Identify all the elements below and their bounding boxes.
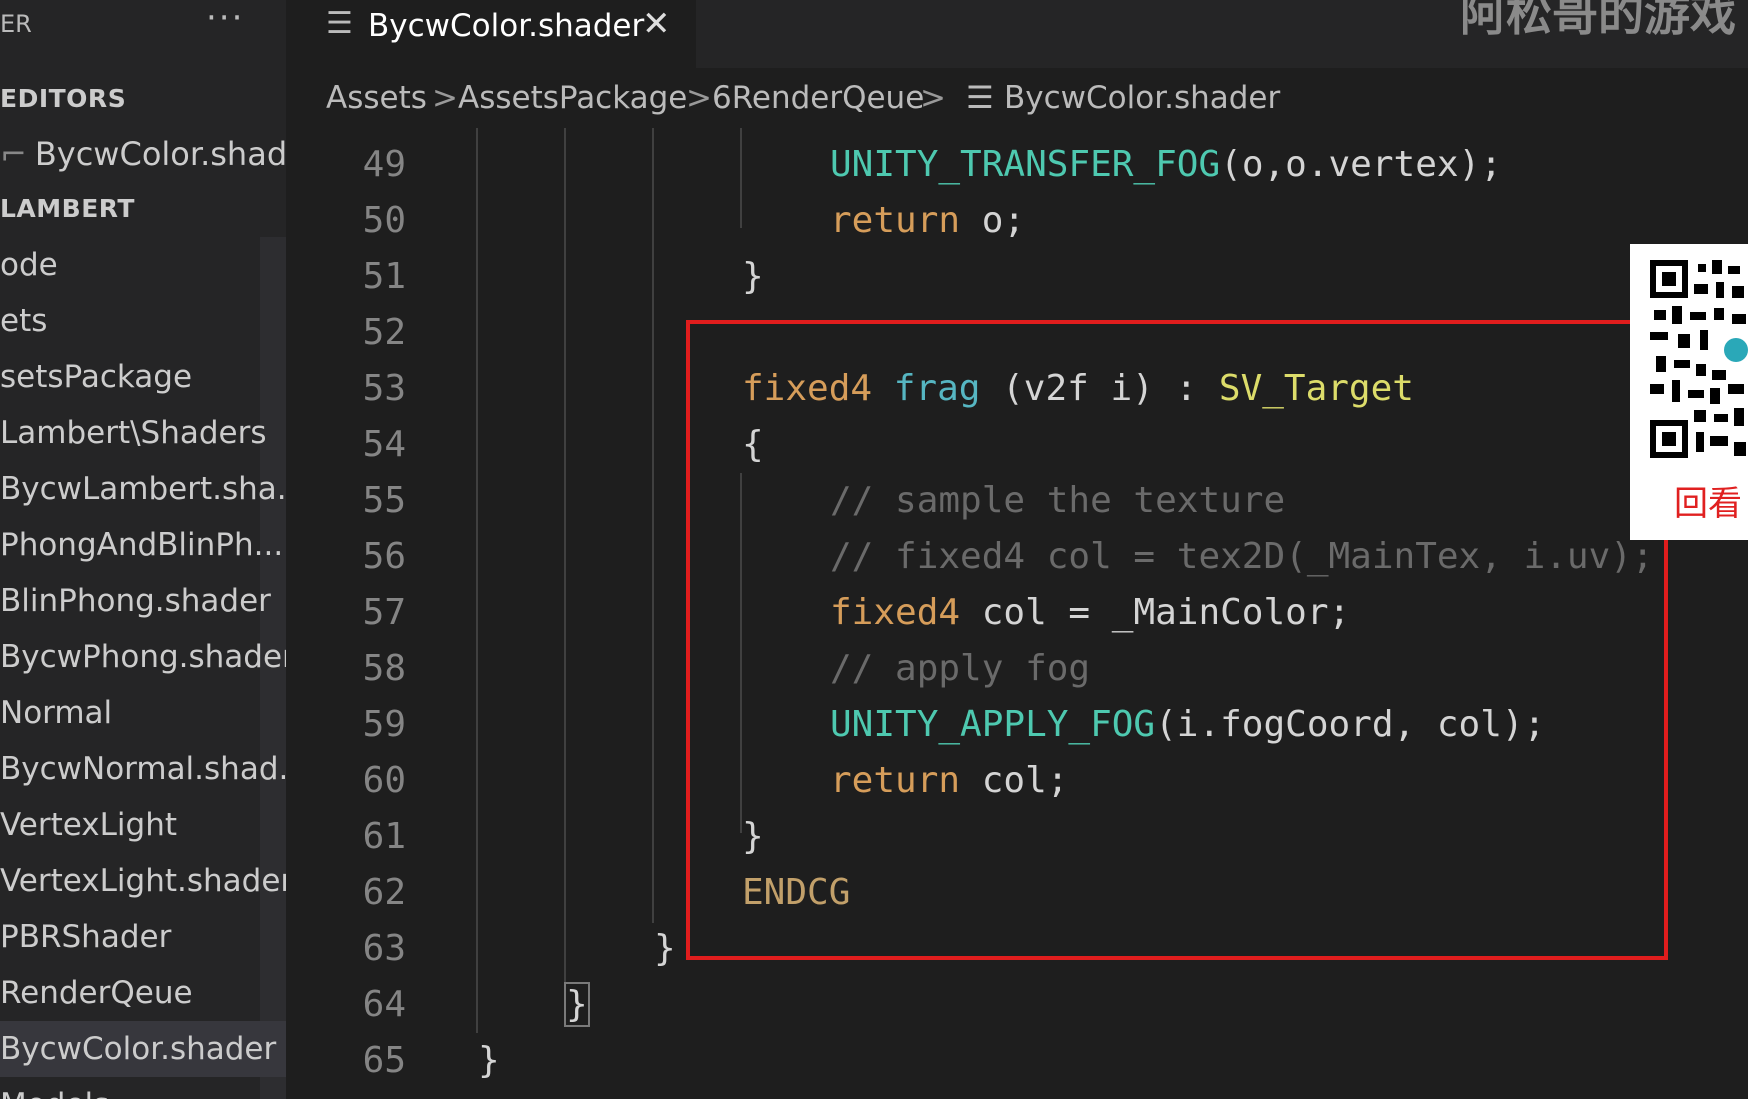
code-line-63: } [654, 928, 676, 969]
code-line-51: } [742, 256, 764, 297]
chevron-right-icon: > [686, 80, 712, 116]
tree-item[interactable]: setsPackage [0, 349, 286, 405]
tree-item[interactable]: ets [0, 293, 286, 349]
line-number: 59 [362, 704, 406, 745]
line-number: 58 [362, 648, 406, 689]
line-number: 60 [362, 760, 406, 801]
line-number: 64 [362, 984, 406, 1025]
channel-watermark: 阿松哥的游戏 [1460, 0, 1736, 41]
line-number: 61 [362, 816, 406, 857]
tree-item[interactable]: BycwPhong.shader [0, 629, 286, 685]
lines-icon: ☰ [966, 80, 994, 116]
tree-item[interactable]: PhongAndBlinPh... [0, 517, 286, 573]
breadcrumb-item[interactable]: AssetsPackage [458, 68, 687, 128]
project-section[interactable]: LAMBERT [0, 184, 286, 234]
tree-item-selected[interactable]: BycwColor.shader [0, 1021, 286, 1077]
tree-item[interactable]: Normal [0, 685, 286, 741]
tree-item[interactable]: RenderQeue [0, 965, 286, 1021]
tree-item[interactable]: Lambert\Shaders [0, 405, 286, 461]
indent-guide [564, 128, 566, 983]
tree-item[interactable]: ode [0, 237, 286, 293]
tree-item[interactable]: Models [0, 1077, 286, 1099]
qr-code-card: 回看 [1630, 244, 1748, 540]
tree-item[interactable]: BlinPhong.shader [0, 573, 286, 629]
line-number: 49 [362, 144, 406, 185]
breadcrumb: Assets > AssetsPackage > 6RenderQeue > ☰… [286, 68, 1748, 128]
line-number: 51 [362, 256, 406, 297]
tree-item[interactable]: BycwNormal.shad... [0, 741, 286, 797]
code-line-50: return o; [830, 200, 1026, 241]
line-number: 54 [362, 424, 406, 465]
file-tree: ode ets setsPackage Lambert\Shaders Bycw… [0, 237, 286, 1099]
line-number: 56 [362, 536, 406, 577]
explorer-title: ER [0, 10, 32, 38]
qr-code-icon [1650, 260, 1748, 458]
code-line-49: UNITY_TRANSFER_FOG(o,o.vertex); [830, 144, 1502, 185]
chevron-right-icon: > [920, 80, 946, 116]
tree-item[interactable]: VertexLight.shader [0, 853, 286, 909]
line-number: 52 [362, 312, 406, 353]
lines-icon: ☰ [326, 6, 353, 41]
line-number: 50 [362, 200, 406, 241]
indent-guide [476, 128, 478, 1033]
open-editors-section[interactable]: EDITORS [0, 74, 286, 124]
indent-guide [652, 128, 654, 923]
breadcrumb-item[interactable]: Assets [326, 68, 427, 128]
breadcrumb-item[interactable]: 6RenderQeue [712, 68, 924, 128]
line-number: 55 [362, 480, 406, 521]
highlight-annotation-box [686, 320, 1668, 960]
tree-item[interactable]: PBRShader [0, 909, 286, 965]
indent-guide [740, 128, 742, 228]
qr-caption: 回看 [1674, 484, 1742, 524]
line-number: 53 [362, 368, 406, 409]
open-editor-label: BycwColor.shad... [34, 135, 286, 173]
breadcrumb-item[interactable]: BycwColor.shader [1004, 68, 1280, 128]
code-line-64: } [564, 982, 590, 1027]
line-number: 62 [362, 872, 406, 913]
line-number: 65 [362, 1040, 406, 1081]
line-number: 57 [362, 592, 406, 633]
more-actions-icon[interactable]: ··· [206, 0, 244, 38]
tab-bycwcolor-shader[interactable]: ☰ BycwColor.shader ✕ [286, 0, 696, 68]
tree-item[interactable]: BycwLambert.sha... [0, 461, 286, 517]
close-icon[interactable]: ✕ [642, 0, 671, 50]
tree-item[interactable]: VertexLight [0, 797, 286, 853]
line-number: 63 [362, 928, 406, 969]
explorer-header: ER ··· [0, 0, 286, 68]
tab-label: BycwColor.shader [368, 8, 645, 44]
explorer-sidebar: ER ··· EDITORS ⌐BycwColor.shad... LAMBER… [0, 0, 286, 1099]
open-editor-item[interactable]: ⌐BycwColor.shad... [0, 126, 286, 182]
code-line-65: } [478, 1040, 500, 1081]
chevron-right-icon: > [432, 80, 458, 116]
